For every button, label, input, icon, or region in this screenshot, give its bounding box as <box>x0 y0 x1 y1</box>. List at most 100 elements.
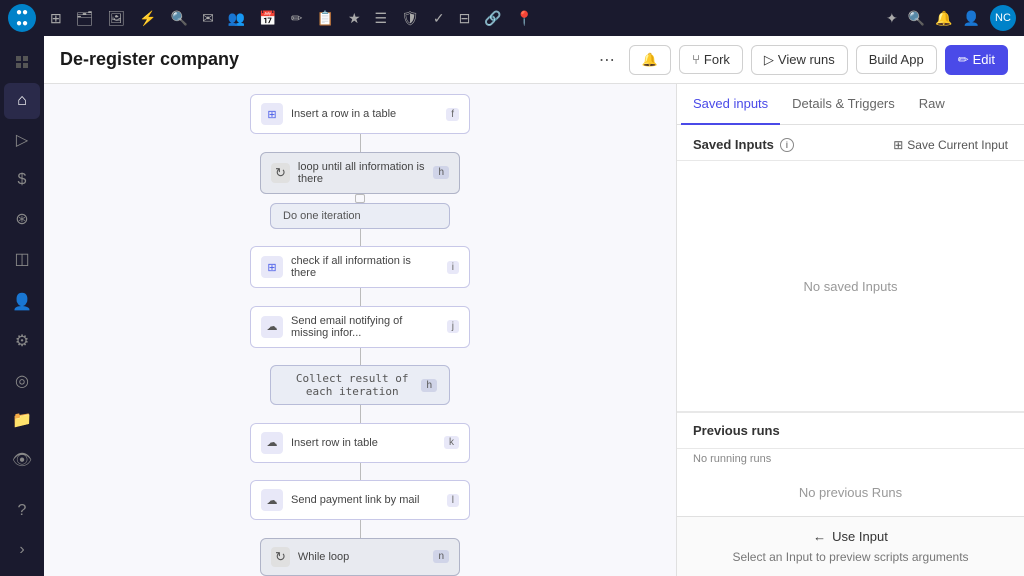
connector2 <box>360 229 361 247</box>
node-label-i: check if all information is there <box>283 255 447 279</box>
app-logo[interactable]: ●●●● <box>8 4 36 32</box>
edit-button[interactable]: ✏ Edit <box>945 45 1008 75</box>
collect-label: Collect result of each iteration <box>283 372 421 398</box>
node-label-j: Send email notifying of missing infor... <box>283 315 447 339</box>
node-send-email[interactable]: ☁ Send email notifying of missing infor.… <box>250 306 470 348</box>
sidebar-item-package[interactable]: ◎ <box>4 363 40 398</box>
node-label: Insert a row in a table <box>283 108 446 120</box>
connector <box>360 134 361 152</box>
info-icon[interactable]: i <box>780 138 794 152</box>
sidebar-item-home[interactable]: ⌂ <box>4 83 40 118</box>
node-icon-db: ⊞ <box>261 103 283 125</box>
star-icon[interactable]: ★ <box>348 10 361 27</box>
sidebar-item-expand[interactable]: › <box>4 533 40 568</box>
image-icon[interactable]: 🖼 <box>108 10 126 27</box>
view-runs-icon: ▷ <box>764 52 774 68</box>
split-view: ⊞ Insert a row in a table f ↻ loop until… <box>44 84 1024 576</box>
node-loop[interactable]: ↻ loop until all information is there h <box>260 152 460 194</box>
tab-raw[interactable]: Raw <box>907 84 957 125</box>
edit-label: Edit <box>973 52 995 67</box>
shield-icon[interactable]: 🛡 <box>401 10 419 27</box>
topbar-right: ✦ 🔍 🔔 👤 NC <box>886 5 1016 31</box>
sidebar-item-play[interactable]: ▷ <box>4 123 40 158</box>
use-input-section: ← Use Input Select an Input to preview s… <box>677 516 1024 576</box>
saved-inputs-empty: No saved Inputs <box>677 161 1024 411</box>
build-app-button[interactable]: Build App <box>856 45 937 74</box>
connector-box <box>355 194 365 203</box>
account-icon[interactable]: 👤 <box>963 10 980 27</box>
fork-label: Fork <box>704 52 730 67</box>
connector3 <box>360 288 361 306</box>
sidebar-item-group[interactable]: ⊛ <box>4 202 40 237</box>
avatar[interactable]: NC <box>990 5 1016 31</box>
sidebar-item-calendar[interactable]: ◫ <box>4 241 40 276</box>
sidebar-item-user[interactable]: 👤 <box>4 284 40 319</box>
grid2-icon[interactable]: ⊟ <box>459 10 471 27</box>
saved-inputs-title: Saved Inputs i <box>693 137 794 152</box>
node-key-l: l <box>447 494 459 507</box>
search-icon-right[interactable]: 🔍 <box>908 10 925 27</box>
node-label-l: Send payment link by mail <box>283 494 447 506</box>
search-icon-top[interactable]: 🔍 <box>171 10 188 27</box>
sidebar-logo[interactable] <box>4 44 40 79</box>
node-while-loop[interactable]: ↻ While loop n <box>260 538 460 576</box>
layers-icon[interactable]: 📋 <box>317 10 334 27</box>
sidebar-item-help[interactable]: ? <box>4 493 40 528</box>
grid-icon[interactable]: ⊞ <box>50 10 62 27</box>
use-input-arrow-icon: ← <box>813 529 826 544</box>
iteration-label: Do one iteration <box>283 210 361 222</box>
list-icon[interactable]: ☰ <box>375 10 388 27</box>
location-icon[interactable]: 📍 <box>516 10 533 27</box>
flow-inner: ⊞ Insert a row in a table f ↻ loop until… <box>44 84 676 576</box>
edit-icon-top[interactable]: ✏ <box>291 10 303 27</box>
folder-icon[interactable]: 🗂 <box>76 10 94 27</box>
while-loop-label: While loop <box>298 551 349 563</box>
notification-icon[interactable]: 🔔 <box>935 10 952 27</box>
calendar-icon-top[interactable]: 📅 <box>259 10 276 27</box>
node-do-one-iteration[interactable]: Do one iteration <box>270 203 450 229</box>
node-key-f: f <box>446 108 459 121</box>
tab-saved-inputs[interactable]: Saved inputs <box>681 84 780 125</box>
sidebar-item-settings[interactable]: ⚙ <box>4 324 40 359</box>
sidebar-item-folder[interactable]: 📁 <box>4 403 40 438</box>
saved-inputs-header: Saved Inputs i ⊞ Save Current Input <box>677 125 1024 161</box>
mail-icon[interactable]: ✉ <box>202 10 214 27</box>
sparkle-icon[interactable]: ✦ <box>886 10 898 27</box>
flow-canvas[interactable]: ⊞ Insert a row in a table f ↻ loop until… <box>44 84 676 576</box>
node-collect-result[interactable]: Collect result of each iteration h <box>270 365 450 405</box>
node-key-j: j <box>447 320 459 333</box>
users-icon[interactable]: 👥 <box>228 10 245 27</box>
loop-label: loop until all information is there <box>298 161 426 185</box>
node-key-i: i <box>447 261 459 274</box>
topbar: ●●●● ⊞ 🗂 🖼 ⚡ 🔍 ✉ 👥 📅 ✏ 📋 ★ ☰ 🛡 ✓ ⊟ 🔗 📍 ✦… <box>0 0 1024 36</box>
node-key-k: k <box>444 436 459 449</box>
node-send-payment[interactable]: ☁ Send payment link by mail l <box>250 480 470 520</box>
view-runs-button[interactable]: ▷ View runs <box>751 45 848 75</box>
tab-details-triggers[interactable]: Details & Triggers <box>780 84 907 125</box>
bell-button[interactable]: 🔔 <box>629 45 671 75</box>
sidebar-item-dollar[interactable]: $ <box>4 162 40 197</box>
node-insert-table[interactable]: ☁ Insert row in table k <box>250 423 470 463</box>
node-icon-check: ⊞ <box>261 256 283 278</box>
node-insert-row[interactable]: ⊞ Insert a row in a table f <box>250 94 470 134</box>
fork-button[interactable]: ⑂ Fork <box>679 45 743 74</box>
content-area: De-register company ⋯ 🔔 ⑂ Fork ▷ View ru… <box>44 36 1024 576</box>
page-title: De-register company <box>60 49 585 70</box>
save-current-input-button[interactable]: ⊞ Save Current Input <box>893 138 1008 152</box>
main-layout: ⌂ ▷ $ ⊛ ◫ 👤 ⚙ ◎ 📁 👁 ? › De-register comp… <box>0 36 1024 576</box>
panel-tabs: Saved inputs Details & Triggers Raw <box>677 84 1024 125</box>
save-icon: ⊞ <box>893 138 903 152</box>
more-button[interactable]: ⋯ <box>593 46 621 74</box>
previous-runs-status: No running runs <box>677 449 1024 469</box>
connector7 <box>360 520 361 538</box>
view-runs-label: View runs <box>778 52 835 67</box>
node-icon-cloud-k: ☁ <box>261 432 283 454</box>
link-icon[interactable]: 🔗 <box>484 10 501 27</box>
connector5 <box>360 405 361 423</box>
sidebar-item-eye[interactable]: 👁 <box>4 442 40 477</box>
fork-icon: ⑂ <box>692 52 700 67</box>
node-check-info[interactable]: ⊞ check if all information is there i <box>250 246 470 288</box>
node-icon-cloud-l: ☁ <box>261 489 283 511</box>
bolt-icon[interactable]: ⚡ <box>139 10 156 27</box>
check-icon[interactable]: ✓ <box>433 10 445 27</box>
